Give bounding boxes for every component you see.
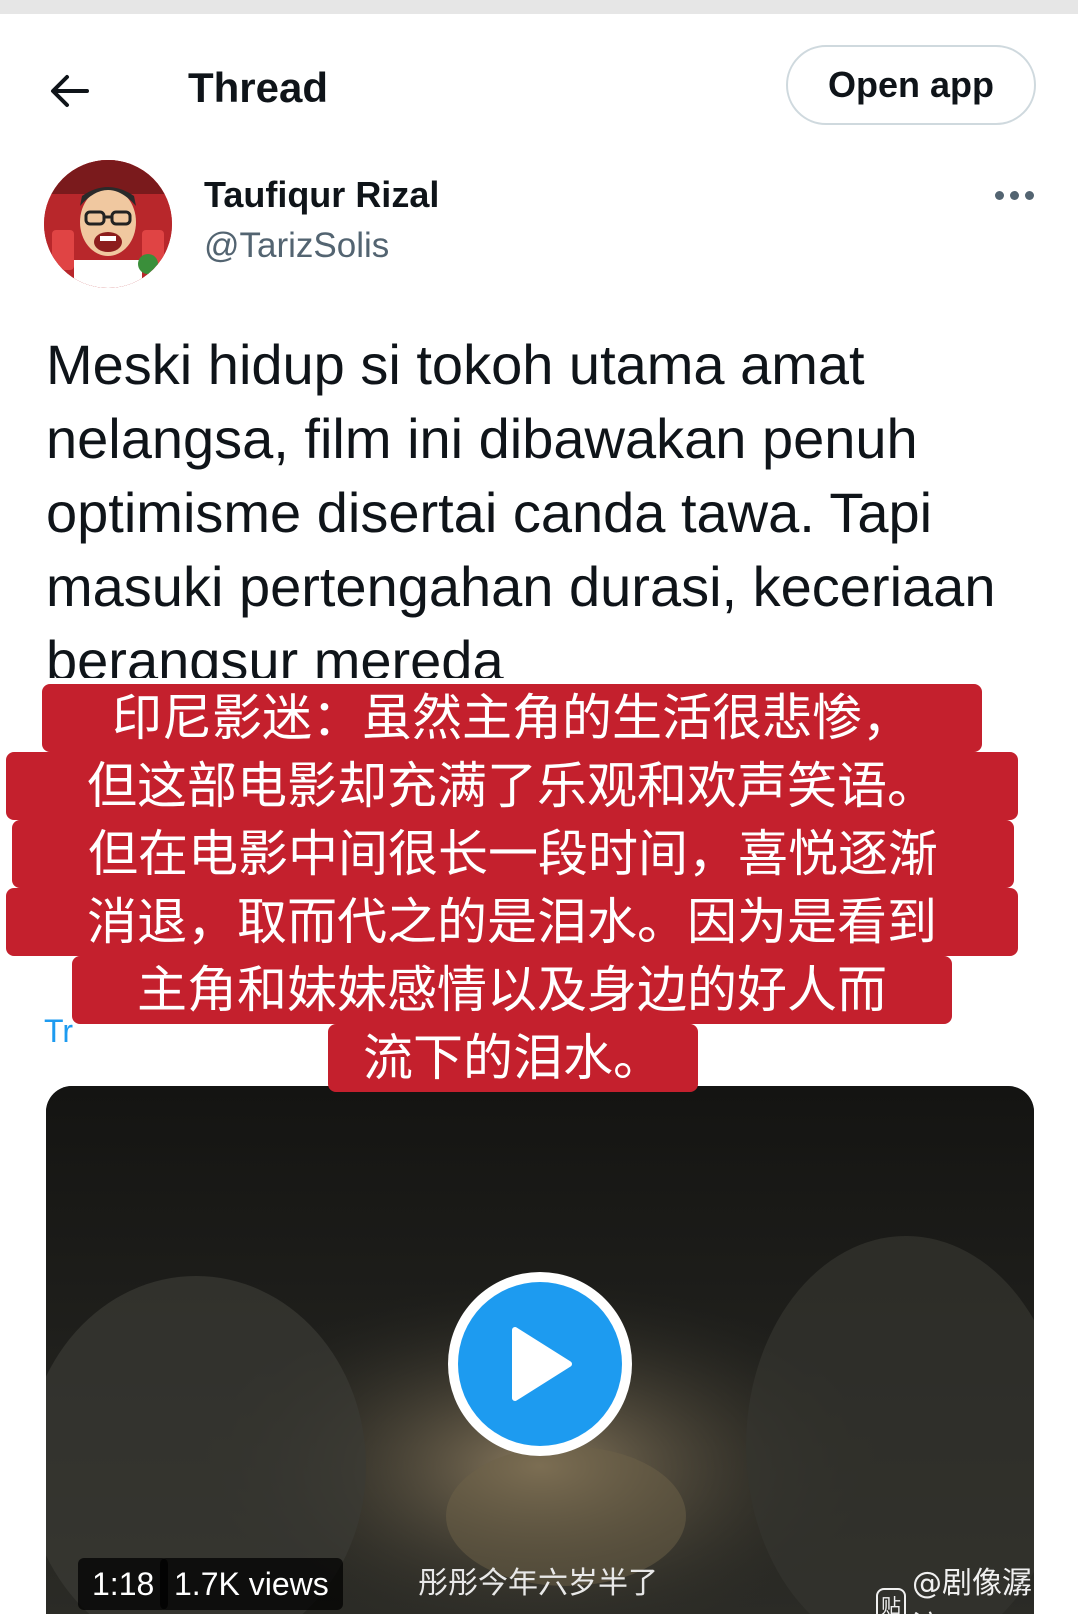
subtitle-line: 流下的泪水。 [328, 1024, 698, 1092]
subtitle-line: 印尼影迷：虽然主角的生活很悲惨， [42, 684, 982, 752]
translate-link[interactable]: Tr [44, 1013, 73, 1050]
subtitle-line: 但在电影中间很长一段时间，喜悦逐渐 [12, 820, 1014, 888]
status-strip [0, 0, 1078, 14]
watermark: 贴 @剧像潺流 [876, 1562, 1034, 1614]
author-handle[interactable]: @TarizSolis [204, 226, 389, 266]
tweet-author: Taufiqur Rizal @TarizSolis [0, 156, 1078, 296]
open-app-button[interactable]: Open app [786, 45, 1036, 125]
video-views: 1.7K views [160, 1558, 343, 1610]
back-button[interactable] [44, 66, 94, 116]
subtitle-line: 但这部电影却充满了乐观和欢声笑语。 [6, 752, 1018, 820]
more-dots-icon [994, 190, 1034, 200]
more-options-button[interactable] [984, 180, 1044, 210]
video-duration: 1:18 [78, 1558, 169, 1610]
subtitle-line: 主角和妹妹感情以及身边的好人而 [72, 956, 952, 1024]
video-caption: 彤彤今年六岁半了 [418, 1566, 658, 1601]
avatar[interactable] [44, 160, 172, 288]
play-button[interactable] [448, 1272, 632, 1456]
subtitle-line: 消退，取而代之的是泪水。因为是看到 [6, 888, 1018, 956]
video-player[interactable]: 1:18 1.7K views 彤彤今年六岁半了 贴 @剧像潺流 [46, 1086, 1034, 1614]
tweet-text: Meski hidup si tokoh utama amat nelangsa… [46, 333, 996, 678]
arrow-left-icon [51, 75, 89, 107]
watermark-text: @剧像潺流 [912, 1566, 1033, 1614]
play-icon [512, 1327, 572, 1401]
top-bar: Thread Open app [0, 14, 1078, 154]
page-title: Thread [188, 64, 329, 111]
author-name[interactable]: Taufiqur Rizal [204, 174, 439, 216]
tieba-logo-icon: 贴 [876, 1588, 907, 1614]
